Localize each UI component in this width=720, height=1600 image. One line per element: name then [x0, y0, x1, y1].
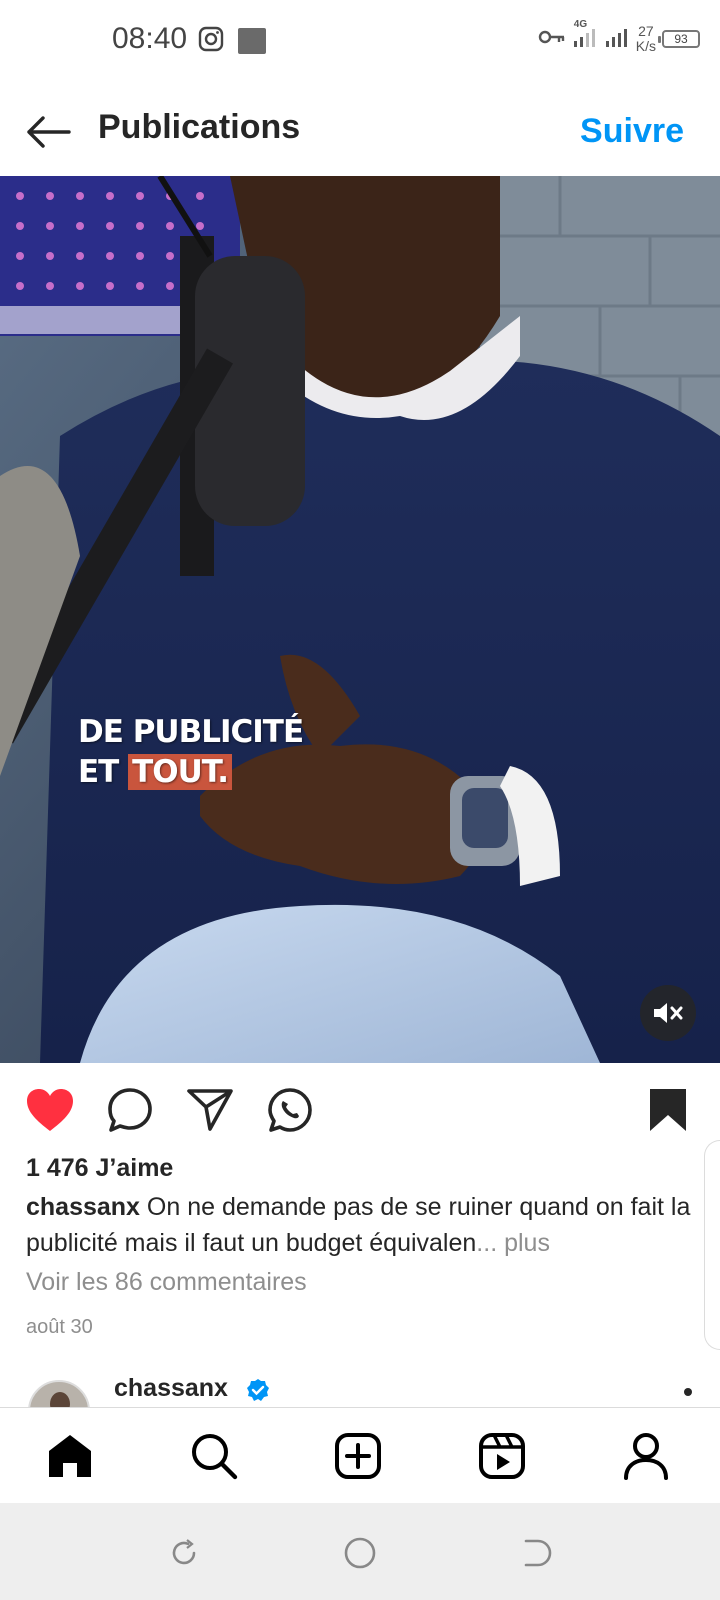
- header: Publications Suivre: [0, 88, 720, 176]
- signal-4g-icon: 4G: [572, 19, 598, 54]
- nav-reels[interactable]: [474, 1428, 530, 1484]
- like-button[interactable]: [24, 1084, 76, 1136]
- verified-badge-icon: [246, 1378, 270, 1407]
- heart-icon: [27, 1089, 73, 1131]
- status-bar: 08:40 4G 27 K/s 93: [0, 0, 720, 80]
- circle-home-icon: [344, 1537, 376, 1569]
- system-navigation-bar: [0, 1503, 720, 1600]
- send-icon: [187, 1089, 233, 1131]
- caption-username[interactable]: chassanx: [26, 1193, 140, 1221]
- side-panel-handle[interactable]: [704, 1140, 720, 1350]
- post-actions: [0, 1068, 720, 1152]
- recent-apps-icon: [172, 1539, 196, 1565]
- notification-thumbnail-icon: [238, 28, 266, 54]
- next-post-header: chassanx: [0, 1370, 720, 1408]
- instagram-notification-icon: [198, 26, 224, 57]
- follow-button[interactable]: Suivre: [580, 112, 684, 151]
- likes-count[interactable]: 1 476 J’aime: [26, 1154, 173, 1183]
- comment-icon: [108, 1088, 152, 1132]
- save-button[interactable]: [642, 1084, 694, 1136]
- status-time: 08:40: [112, 22, 188, 55]
- bottom-navigation: [0, 1407, 720, 1503]
- add-post-icon: [335, 1433, 381, 1479]
- status-indicators: 4G 27 K/s 93: [538, 19, 700, 54]
- page-title: Publications: [98, 108, 301, 146]
- search-icon: [192, 1434, 238, 1480]
- next-post-username[interactable]: chassanx: [114, 1374, 228, 1403]
- post-date: août 30: [26, 1316, 93, 1338]
- arrow-left-icon: [27, 116, 71, 148]
- avatar[interactable]: [28, 1380, 90, 1408]
- caption-more-link[interactable]: ... plus: [476, 1229, 550, 1257]
- network-speed-unit: K/s: [635, 38, 656, 54]
- whatsapp-icon: [268, 1088, 312, 1132]
- bookmark-icon: [650, 1089, 686, 1131]
- view-comments-link[interactable]: Voir les 86 commentaires: [26, 1268, 307, 1297]
- post-video[interactable]: DE PUBLICITÉ ET TOUT.: [0, 176, 720, 1063]
- overlay-line-1: DE PUBLICITÉ: [78, 714, 304, 750]
- overlay-line-2: ET TOUT.: [78, 752, 303, 792]
- home-system-button[interactable]: [340, 1533, 380, 1573]
- network-speed: 27 K/s: [636, 24, 656, 54]
- vpn-key-icon: [538, 27, 566, 52]
- reels-icon: [479, 1433, 525, 1479]
- overlay-line-2-highlight: TOUT.: [128, 754, 233, 790]
- back-button[interactable]: [22, 108, 74, 156]
- nav-home[interactable]: [42, 1428, 98, 1484]
- mute-toggle-button[interactable]: [640, 985, 696, 1041]
- home-icon: [49, 1435, 91, 1477]
- nav-profile[interactable]: [618, 1428, 674, 1484]
- speaker-muted-icon: [654, 1003, 683, 1023]
- more-options-icon[interactable]: [684, 1388, 692, 1396]
- nav-create[interactable]: [330, 1428, 386, 1484]
- back-system-icon: [524, 1539, 552, 1567]
- profile-icon: [624, 1433, 668, 1480]
- network-type: 4G: [573, 18, 588, 30]
- video-text-overlay: DE PUBLICITÉ ET TOUT.: [78, 712, 304, 792]
- comment-button[interactable]: [104, 1084, 156, 1136]
- battery-indicator: 93: [658, 30, 700, 48]
- network-speed-value: 27: [638, 23, 654, 39]
- overlay-line-2-a: ET: [78, 754, 129, 790]
- nav-search[interactable]: [186, 1428, 242, 1484]
- back-system-button[interactable]: [516, 1533, 556, 1573]
- signal-icon: [604, 25, 630, 54]
- post-caption[interactable]: chassanx On ne demande pas de se ruiner …: [26, 1189, 702, 1261]
- video-frame: [0, 176, 720, 1063]
- whatsapp-share-button[interactable]: [264, 1084, 316, 1136]
- recent-apps-button[interactable]: [164, 1533, 204, 1573]
- share-button[interactable]: [184, 1084, 236, 1136]
